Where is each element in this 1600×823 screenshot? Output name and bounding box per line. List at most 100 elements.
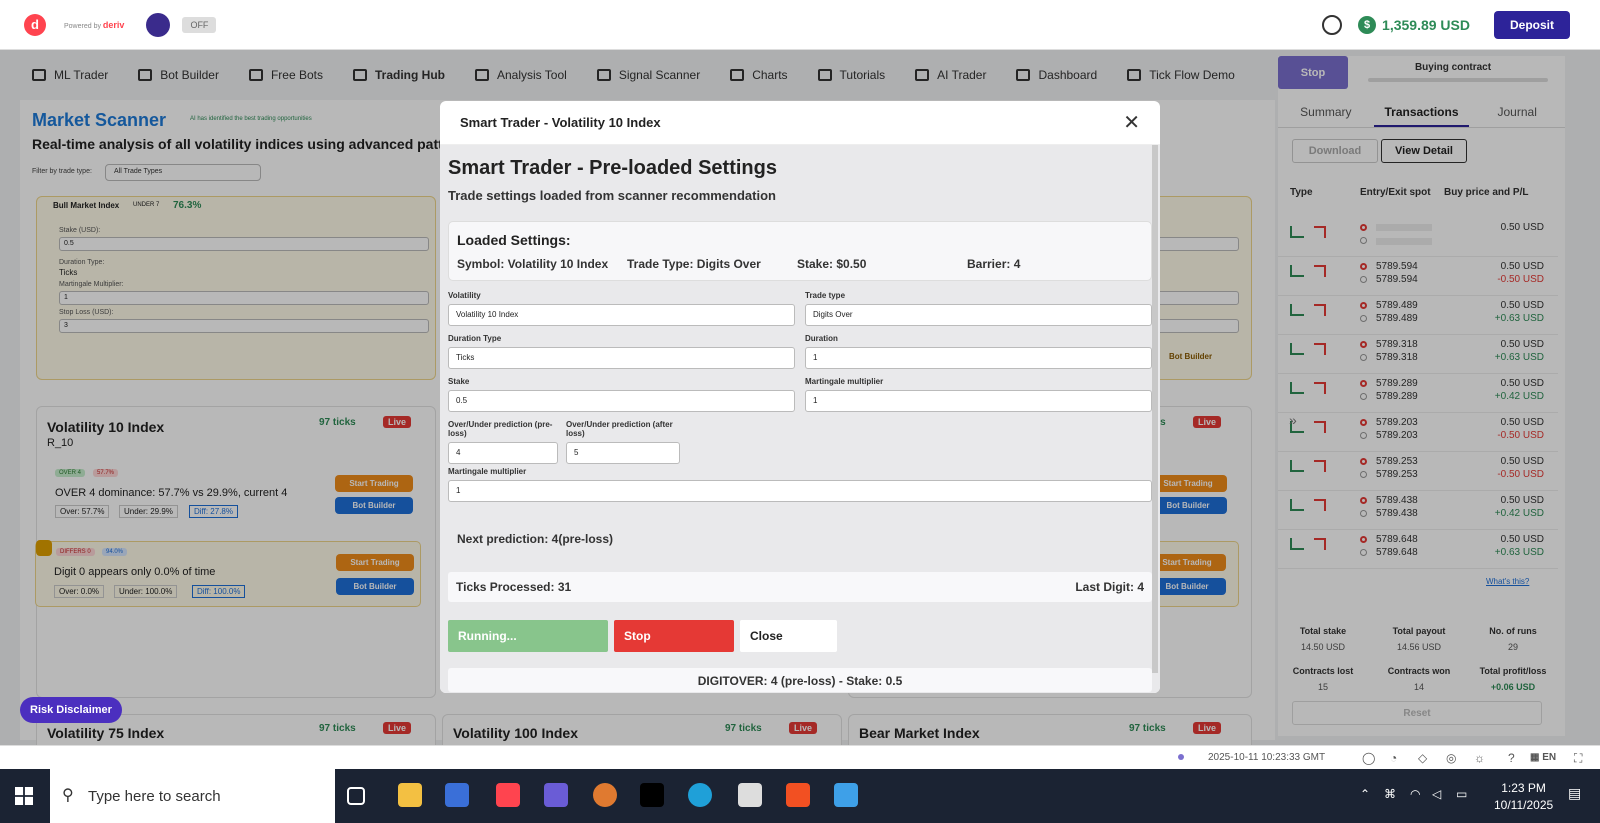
user-account-icon[interactable] xyxy=(1322,15,1343,35)
store-icon[interactable] xyxy=(834,783,858,807)
deposit-button[interactable]: Deposit xyxy=(1493,11,1570,39)
next-prediction: Next prediction: 4(pre-loss) xyxy=(457,532,614,546)
whatsapp-icon[interactable]: ◯ xyxy=(1362,751,1375,765)
risk-disclaimer-button[interactable]: Risk Disclaimer xyxy=(20,697,122,723)
edge-icon[interactable] xyxy=(688,783,712,807)
loaded-settings-title: Loaded Settings: xyxy=(457,232,571,248)
tray-chevron-icon[interactable]: ⌃ xyxy=(1360,787,1370,801)
close-icon[interactable]: ✕ xyxy=(1123,110,1140,135)
modal-header: Smart Trader - Volatility 10 Index ✕ xyxy=(440,101,1160,145)
clock-date: 10/11/2025 xyxy=(1494,798,1554,812)
top-right-group: $1,359.89 USD Deposit xyxy=(1322,0,1600,50)
taskbar-search[interactable]: ⚲ Type here to search xyxy=(50,769,335,823)
flag-icon: ▦ xyxy=(1530,752,1543,763)
stake-input[interactable]: 0.5 xyxy=(448,390,795,412)
duration-type-select[interactable]: Ticks xyxy=(448,347,795,369)
settings-title: Smart Trader - Pre-loaded Settings xyxy=(448,157,777,179)
tiktok-icon[interactable] xyxy=(640,783,664,807)
after-loss-label: Over/Under prediction (after loss) xyxy=(566,420,673,438)
duration-input[interactable]: 1 xyxy=(805,347,1152,369)
windows-taskbar: ⚲ Type here to search ⌃ ⌘ ◠ ◁ ▭ 1:23 PM 10… xyxy=(0,769,1600,823)
chatgpt-icon[interactable] xyxy=(738,783,762,807)
clock-time: 1:23 PM xyxy=(1501,781,1546,795)
stop-button[interactable]: Stop xyxy=(614,620,734,652)
wifi-icon[interactable]: ◠ xyxy=(1410,787,1420,801)
martingale-label: Martingale multiplier xyxy=(448,467,527,476)
loaded-symbol: Symbol: Volatility 10 Index xyxy=(457,257,609,271)
balance-value: 1,359.89 USD xyxy=(1382,17,1470,33)
brand-name: deriv xyxy=(102,19,125,30)
trade-type-select[interactable]: Digits Over xyxy=(805,304,1152,326)
martingale-input[interactable]: 1 xyxy=(805,390,1152,412)
powered-by: Powered by deriv xyxy=(64,20,124,30)
volume-icon[interactable]: ◁ xyxy=(1432,787,1441,801)
volatility-select[interactable]: Volatility 10 Index xyxy=(448,304,795,326)
server-time: 2025-10-11 10:23:33 GMT xyxy=(1208,752,1326,763)
pre-loss-label: Over/Under prediction (pre-loss) xyxy=(448,420,553,438)
toggle-off-badge[interactable]: OFF xyxy=(182,16,217,33)
modal-header-title: Smart Trader - Volatility 10 Index xyxy=(460,115,661,130)
help-icon[interactable]: ? xyxy=(1508,751,1515,765)
language-selector[interactable]: ▦ EN xyxy=(1530,752,1556,763)
settings-subtitle: Trade settings loaded from scanner recom… xyxy=(448,188,776,203)
dollar-icon: $ xyxy=(1358,16,1377,34)
martingale2-group: Martingale multiplier 1 xyxy=(448,467,1152,502)
network-icon[interactable]: ⌘ xyxy=(1384,787,1396,801)
martingale-label: Martingale multiplier xyxy=(805,377,884,386)
shield-icon[interactable]: ◇ xyxy=(1418,751,1427,765)
last-digit: Last Digit: 4 xyxy=(1075,580,1144,594)
top-bar: d Powered by deriv OFF $1,359.89 USD Dep… xyxy=(0,0,1600,50)
close-button[interactable]: Close xyxy=(740,620,837,652)
signal-icon[interactable]: ◔ xyxy=(1390,751,1397,765)
trade-type-group: Trade type Digits Over xyxy=(805,291,1152,326)
emblem-icon[interactable] xyxy=(146,12,171,37)
claude-icon[interactable] xyxy=(593,783,617,807)
prediction-row: Over/Under prediction (pre-loss) 4 Over/U… xyxy=(448,420,1152,464)
deriv-logo-icon[interactable]: d xyxy=(24,13,46,36)
powered-by-text: Powered by xyxy=(64,22,101,30)
loaded-settings-row: Symbol: Volatility 10 Index Trade Type: … xyxy=(457,257,1143,271)
modal-scrollbar[interactable] xyxy=(1152,145,1158,673)
office-icon[interactable] xyxy=(786,783,810,807)
account-balance[interactable]: $1,359.89 USD xyxy=(1358,16,1470,34)
status-footer: 2025-10-11 10:23:33 GMT ◯ ◔ ◇ ◎ ☼ ? ▦ EN… xyxy=(0,745,1600,769)
gauge-icon[interactable]: ◎ xyxy=(1446,751,1456,765)
loaded-barrier: Barrier: 4 xyxy=(967,257,1021,271)
stake-label: Stake xyxy=(448,377,470,386)
modal-body: Smart Trader - Pre-loaded Settings Trade… xyxy=(440,145,1160,693)
martingale-input-2[interactable]: 1 xyxy=(448,480,1152,502)
task-view-icon[interactable] xyxy=(347,787,365,805)
fullscreen-icon[interactable]: ⛶ xyxy=(1574,751,1582,766)
deriv-app-icon[interactable] xyxy=(496,783,520,807)
trade-type-label: Trade type xyxy=(805,291,846,300)
trade-status: DIGITOVER: 4 (pre-loss) - Stake: 0.5 xyxy=(448,668,1152,692)
logo-letter: d xyxy=(31,17,39,32)
start-icon[interactable] xyxy=(15,787,33,805)
duration-label: Duration xyxy=(805,334,838,343)
settings-form: Volatility Volatility 10 Index Trade type… xyxy=(448,291,1152,412)
stake-group: Stake 0.5 xyxy=(448,377,795,412)
running-button[interactable]: Running... xyxy=(448,620,608,652)
keyboard-icon[interactable]: ▭ xyxy=(1456,787,1467,801)
notifications-icon[interactable]: ▤ xyxy=(1568,785,1581,802)
loaded-trade-type: Trade Type: Digits Over xyxy=(627,257,761,271)
search-placeholder: Type here to search xyxy=(88,787,221,805)
duration-group: Duration 1 xyxy=(805,334,1152,369)
copilot-icon[interactable] xyxy=(544,783,568,807)
action-buttons: Running... Stop Close xyxy=(448,620,1152,652)
after-loss-input[interactable]: 5 xyxy=(566,442,680,464)
ticks-processed: Ticks Processed: 31 xyxy=(456,580,572,594)
app-icon[interactable] xyxy=(445,783,469,807)
file-explorer-icon[interactable] xyxy=(398,783,422,807)
pre-loss-group: Over/Under prediction (pre-loss) 4 xyxy=(448,420,558,464)
loaded-stake: Stake: $0.50 xyxy=(797,257,867,271)
martingale-group: Martingale multiplier 1 xyxy=(805,377,1152,412)
collapse-panel-icon[interactable]: » xyxy=(1289,412,1297,428)
search-icon: ⚲ xyxy=(62,787,74,804)
clock[interactable]: 1:23 PM 10/11/2025 xyxy=(1494,781,1553,812)
theme-icon[interactable]: ☼ xyxy=(1474,751,1485,765)
volatility-label: Volatility xyxy=(448,291,481,300)
connection-dot-icon xyxy=(1178,754,1184,760)
loaded-settings-box: Loaded Settings: Symbol: Volatility 10 I… xyxy=(448,221,1152,281)
pre-loss-input[interactable]: 4 xyxy=(448,442,558,464)
